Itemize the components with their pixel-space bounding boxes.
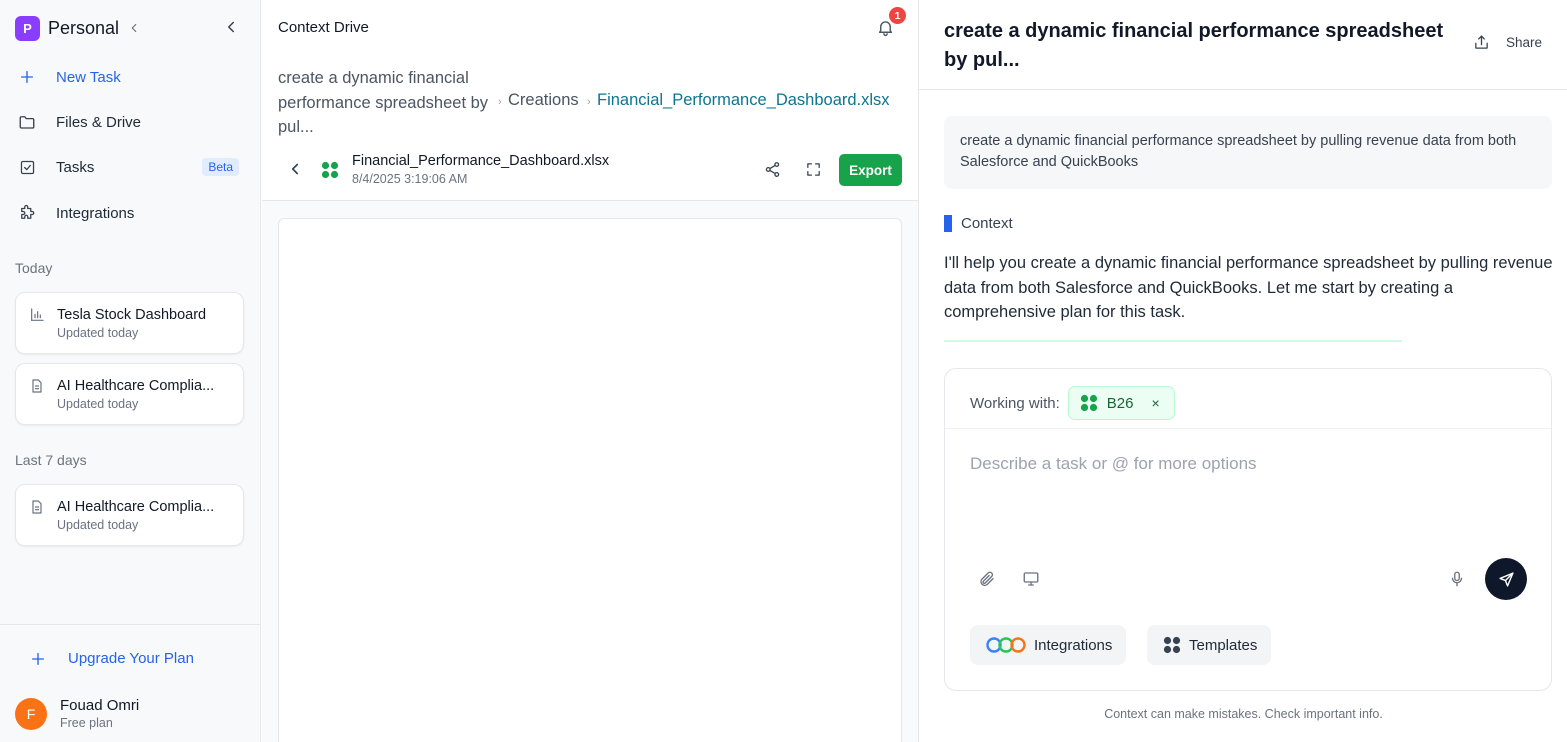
- task-card-title: Tesla Stock Dashboard: [57, 307, 207, 323]
- integrations-label: Integrations: [56, 204, 135, 222]
- close-icon[interactable]: ×: [1151, 395, 1159, 411]
- expand-icon[interactable]: [805, 161, 822, 178]
- plus-icon: [30, 651, 46, 667]
- avatar: F: [15, 697, 47, 730]
- send-button[interactable]: [1485, 558, 1527, 600]
- breadcrumb-separator: ›: [587, 96, 591, 108]
- bar-chart-icon: [29, 307, 45, 323]
- breadcrumb-file[interactable]: Financial_Performance_Dashboard.xlsx: [597, 91, 890, 110]
- user-message: create a dynamic financial performance s…: [944, 116, 1552, 189]
- task-card-subtitle: Updated today: [57, 397, 139, 411]
- sidebar-item-integrations[interactable]: Integrations: [15, 198, 245, 228]
- templates-icon: [1163, 636, 1181, 654]
- context-chip[interactable]: B26 ×: [1067, 386, 1175, 420]
- task-card-title: AI Healthcare Complia...: [57, 499, 215, 515]
- back-arrow-icon[interactable]: [286, 160, 304, 178]
- chevron-left-icon[interactable]: [127, 21, 141, 35]
- message-progress-edge: [944, 340, 1402, 342]
- new-task-label: New Task: [56, 68, 121, 86]
- chat-panel: create a dynamic financial performance s…: [918, 0, 1567, 742]
- spreadsheet-icon: [1080, 394, 1098, 412]
- assistant-label: Context: [944, 215, 1013, 232]
- upload-icon: [1473, 34, 1490, 51]
- divider: [919, 89, 1567, 90]
- user-plan: Free plan: [60, 716, 113, 730]
- integrations-logo-icon: [986, 636, 1026, 654]
- upgrade-label: Upgrade Your Plan: [68, 650, 194, 667]
- divider: [945, 428, 1551, 429]
- microphone-icon[interactable]: [1448, 570, 1466, 588]
- disclaimer: Context can make mistakes. Check importa…: [1104, 707, 1383, 721]
- integrations-pill-label: Integrations: [1034, 636, 1113, 654]
- tasks-label: Tasks: [56, 158, 95, 176]
- chat-title: create a dynamic financial performance s…: [944, 20, 1444, 71]
- working-with-label: Working with:: [970, 394, 1060, 412]
- file-name: Financial_Performance_Dashboard.xlsx: [352, 153, 610, 169]
- task-card-title: AI Healthcare Complia...: [57, 378, 215, 394]
- paperclip-icon[interactable]: [978, 570, 996, 588]
- user-profile[interactable]: F Fouad Omri Free plan: [15, 697, 139, 730]
- integrations-button[interactable]: Integrations: [970, 625, 1127, 665]
- context-logo-icon: [944, 215, 952, 232]
- breadcrumb-folder[interactable]: Creations: [508, 91, 579, 110]
- export-button[interactable]: Export: [839, 154, 902, 186]
- collapse-sidebar-icon[interactable]: [222, 18, 240, 36]
- assistant-name: Context: [961, 215, 1013, 232]
- send-icon: [1498, 571, 1515, 588]
- task-card-subtitle: Updated today: [57, 518, 139, 532]
- sidebar-item-files[interactable]: Files & Drive: [15, 107, 245, 137]
- upgrade-plan-button[interactable]: Upgrade Your Plan: [30, 650, 194, 667]
- file-preview[interactable]: [278, 218, 902, 742]
- templates-button[interactable]: Templates: [1147, 625, 1272, 665]
- folder-icon: [15, 113, 39, 131]
- share-label: Share: [1506, 35, 1543, 50]
- sidebar-item-tasks[interactable]: Tasks Beta: [15, 152, 245, 182]
- workspace-name: Personal: [48, 17, 120, 38]
- breadcrumb-task[interactable]: create a dynamic financial performance s…: [278, 66, 493, 140]
- document-icon: [29, 378, 45, 394]
- checkbox-icon: [15, 159, 39, 176]
- working-with: Working with: B26 ×: [970, 386, 1175, 420]
- chip-label: B26: [1106, 394, 1134, 412]
- document-icon: [29, 499, 45, 515]
- file-date: 8/4/2025 3:19:06 AM: [352, 172, 468, 186]
- plus-icon: [15, 69, 39, 85]
- task-card[interactable]: Tesla Stock Dashboard Updated today: [15, 292, 244, 354]
- share-button[interactable]: Share: [1473, 34, 1542, 51]
- share-icon[interactable]: [764, 161, 781, 178]
- templates-pill-label: Templates: [1189, 636, 1258, 654]
- new-task-button[interactable]: New Task: [15, 62, 245, 92]
- panel-title: Context Drive: [278, 19, 369, 36]
- files-label: Files & Drive: [56, 113, 142, 131]
- assistant-message: I'll help you create a dynamic financial…: [944, 254, 1553, 321]
- section-today: Today: [15, 260, 53, 276]
- workspace-badge: P: [15, 15, 40, 41]
- composer: Working with: B26 × Describe a task or @…: [944, 368, 1552, 691]
- task-input[interactable]: [970, 454, 1530, 474]
- divider: [0, 624, 261, 625]
- workspace-switcher[interactable]: P Personal: [15, 15, 141, 41]
- spreadsheet-icon: [321, 161, 339, 184]
- section-last-7-days: Last 7 days: [15, 452, 87, 468]
- beta-badge: Beta: [202, 158, 239, 176]
- monitor-icon[interactable]: [1022, 570, 1040, 588]
- puzzle-icon: [15, 204, 39, 222]
- task-card[interactable]: AI Healthcare Complia... Updated today: [15, 484, 244, 546]
- task-card[interactable]: AI Healthcare Complia... Updated today: [15, 363, 244, 425]
- user-name: Fouad Omri: [60, 697, 140, 714]
- breadcrumb-separator: ›: [498, 96, 502, 108]
- drive-panel: Context Drive 1 create a dynamic financi…: [262, 0, 918, 742]
- sidebar: P Personal New Task Files & Drive Tasks …: [0, 0, 261, 742]
- notification-badge: 1: [889, 7, 906, 24]
- task-card-subtitle: Updated today: [57, 326, 139, 340]
